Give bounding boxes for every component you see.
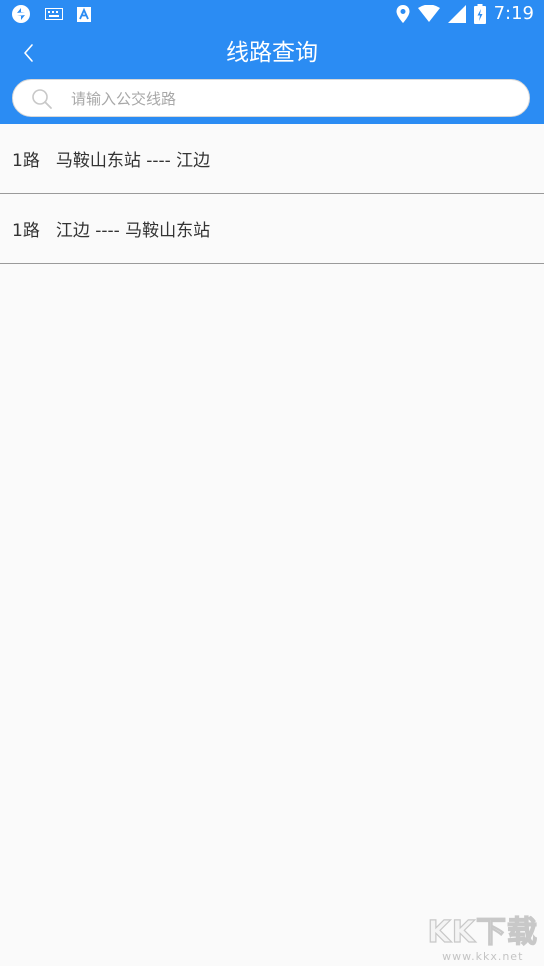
route-list: 1路 马鞍山东站 ---- 江边 1路 江边 ---- 马鞍山东站 bbox=[0, 124, 544, 264]
route-direction: 江边 ---- 马鞍山东站 bbox=[55, 221, 211, 241]
font-a-icon bbox=[77, 6, 91, 22]
watermark-logo: KK下载 www.kkx.net bbox=[427, 915, 539, 964]
route-direction: 马鞍山东站 ---- 江边 bbox=[55, 151, 211, 171]
status-time: 7:19 bbox=[493, 3, 534, 24]
title-bar: 线路查询 bbox=[0, 30, 544, 76]
search-bar[interactable] bbox=[12, 79, 530, 117]
route-number: 1路 bbox=[12, 151, 40, 171]
status-bar: 7:19 bbox=[0, 0, 544, 30]
wifi-icon bbox=[417, 5, 440, 22]
status-bar-right: 7:19 bbox=[388, 3, 534, 24]
watermark-url: www.kkx.net bbox=[442, 950, 524, 963]
search-icon bbox=[31, 88, 53, 110]
watermark-main: KK下载 bbox=[427, 915, 538, 950]
battery-icon bbox=[473, 3, 486, 24]
sync-icon bbox=[11, 4, 31, 24]
page-title: 线路查询 bbox=[226, 40, 318, 66]
app-header: 7:19 线路查询 bbox=[0, 0, 544, 124]
route-list-item[interactable]: 1路 江边 ---- 马鞍山东站 bbox=[0, 194, 544, 264]
route-number: 1路 bbox=[12, 221, 40, 241]
status-bar-left bbox=[11, 4, 105, 24]
route-list-item[interactable]: 1路 马鞍山东站 ---- 江边 bbox=[0, 124, 544, 194]
keyboard-icon bbox=[45, 8, 63, 20]
signal-icon bbox=[447, 4, 466, 23]
search-input[interactable] bbox=[69, 85, 513, 113]
location-icon bbox=[396, 4, 410, 23]
